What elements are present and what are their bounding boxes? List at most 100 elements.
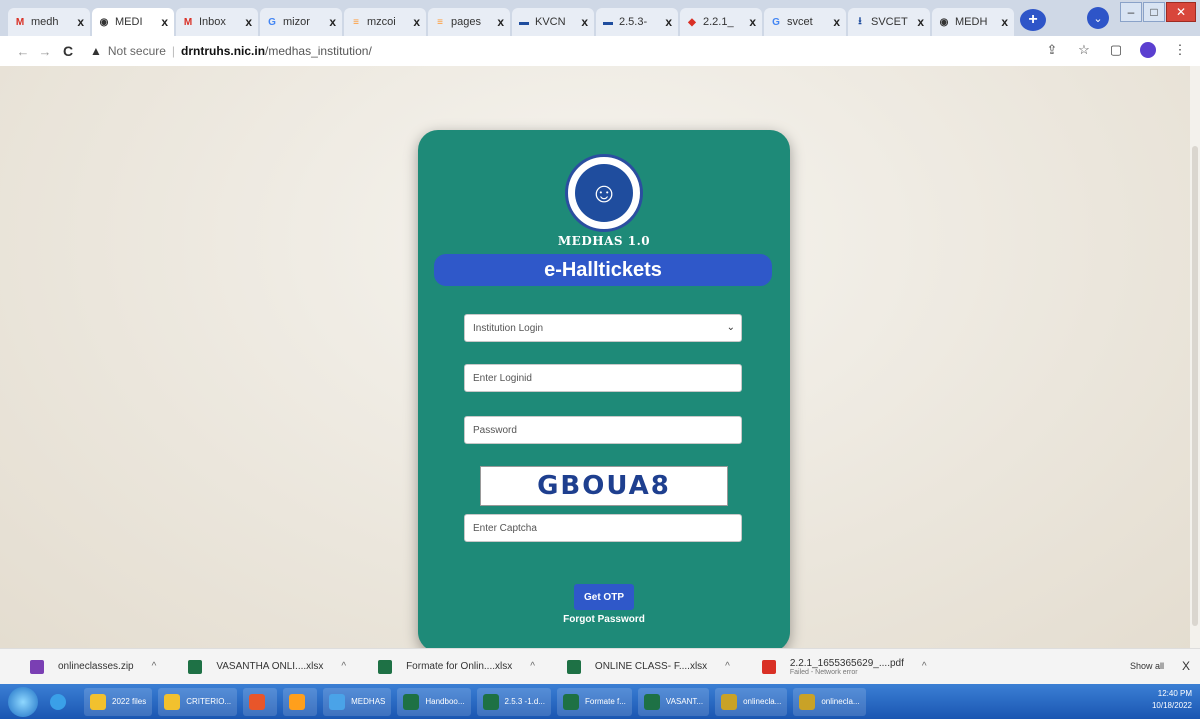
taskbar-item[interactable]: onlinecla... <box>715 687 788 716</box>
menu-icon[interactable]: ⋮ <box>1172 42 1188 58</box>
person-icon: ☺ <box>575 164 633 222</box>
tab-3[interactable]: Gmizor x <box>260 8 342 36</box>
profile-avatar[interactable] <box>1140 42 1156 58</box>
page-title: e-Halltickets <box>434 254 772 286</box>
tab-5[interactable]: ≡ pages x <box>428 8 510 36</box>
tab-close-icon[interactable]: x <box>77 15 84 29</box>
chevron-up-icon[interactable]: ^ <box>530 661 535 672</box>
tab-10[interactable]: ⭳ SVCET x <box>848 8 930 36</box>
taskbar-item[interactable] <box>283 687 318 716</box>
download-item[interactable]: ONLINE CLASS- F....xlsx ^ <box>566 659 730 674</box>
new-tab-button[interactable]: + <box>1020 9 1046 31</box>
sidepanel-icon[interactable]: ▢ <box>1108 42 1124 58</box>
tab-close-icon[interactable]: x <box>329 15 336 29</box>
medhas-logo: ☺ <box>565 154 643 232</box>
warning-icon[interactable]: ▲ <box>90 44 102 58</box>
url-field[interactable]: drntruhs.nic.in/medhas_institution/ <box>181 44 372 58</box>
tab-0[interactable]: Mmedh x <box>8 8 90 36</box>
forward-icon[interactable]: → <box>34 44 56 59</box>
download-item[interactable]: Formate for Onlin....xlsx ^ <box>378 659 535 674</box>
tab-close-icon[interactable]: x <box>1001 15 1008 29</box>
tab-search-button[interactable]: ⌄ <box>1087 7 1109 29</box>
taskbar-label: onlinecla... <box>821 697 860 706</box>
get-otp-button[interactable]: Get OTP <box>574 584 634 610</box>
taskbar-label: 2022 files <box>112 697 147 706</box>
tab-8[interactable]: ◆ 2.2.1_ x <box>680 8 762 36</box>
clock-time: 12:40 PM <box>1157 689 1192 698</box>
taskbar-item[interactable]: 2022 files <box>84 687 153 716</box>
gmail-icon: M <box>15 16 25 28</box>
loginid-input[interactable]: Enter Loginid <box>464 364 742 392</box>
tab-close-icon[interactable]: x <box>665 15 672 29</box>
share-icon[interactable]: ⇪ <box>1044 42 1060 58</box>
taskbar-item[interactable]: 2.5.3 -1.d... <box>476 687 551 716</box>
tab-close-icon[interactable]: x <box>833 15 840 29</box>
maximize-button[interactable]: □ <box>1143 2 1165 22</box>
taskbar-item[interactable]: Handboo... <box>397 687 471 716</box>
start-button[interactable] <box>8 686 38 717</box>
security-status[interactable]: Not secure <box>108 44 166 58</box>
chevron-up-icon[interactable]: ^ <box>341 661 346 672</box>
taskbar-item[interactable]: VASANT... <box>637 687 710 716</box>
taskbar-item[interactable]: onlinecla... <box>793 687 866 716</box>
tab-label: SVCET <box>871 16 908 28</box>
scrollbar-thumb[interactable] <box>1192 146 1198 626</box>
reload-icon[interactable]: C <box>56 43 80 59</box>
taskbar-item[interactable]: Formate f... <box>556 687 632 716</box>
tab-11[interactable]: ◉ MEDH x <box>932 8 1014 36</box>
taskbar-item[interactable]: CRITERIO... <box>158 687 238 716</box>
tab-close-icon[interactable]: x <box>497 15 504 29</box>
tab-4[interactable]: ≡ mzcoi x <box>344 8 426 36</box>
download-item[interactable]: onlineclasses.zip ^ <box>30 659 157 674</box>
taskbar-item-ie[interactable] <box>44 688 78 716</box>
tab-2[interactable]: M Inbox x <box>176 8 258 36</box>
ie-icon <box>50 693 66 710</box>
minimize-button[interactable]: – <box>1120 2 1142 22</box>
download-meta: onlineclasses.zip <box>58 661 134 672</box>
captcha-input[interactable]: Enter Captcha <box>464 514 742 542</box>
star-icon[interactable]: ☆ <box>1076 42 1092 58</box>
chevron-up-icon[interactable]: ^ <box>152 661 157 672</box>
show-all-button[interactable]: Show all <box>1130 661 1164 671</box>
taskbar-item[interactable] <box>243 687 278 716</box>
download-meta: ONLINE CLASS- F....xlsx <box>595 661 707 672</box>
tab-1[interactable]: ◉ MEDI x <box>92 8 174 36</box>
tab-label: pages <box>451 16 481 28</box>
tab-close-icon[interactable]: x <box>413 15 420 29</box>
tab-close-icon[interactable]: x <box>749 15 756 29</box>
toolbar-icons: ⇪ ☆ ▢ ⋮ <box>1044 42 1188 58</box>
tab-6[interactable]: ▬ KVCN x <box>512 8 594 36</box>
india-flag-icon: ≡ <box>353 16 359 28</box>
url-path: /medhas_institution/ <box>265 44 372 58</box>
system-tray[interactable]: 12:40 PM 10/18/2022 <box>1152 688 1192 712</box>
chevron-up-icon[interactable]: ^ <box>725 661 730 672</box>
taskbar-label: 2.5.3 -1.d... <box>504 697 545 706</box>
back-icon[interactable]: ← <box>12 44 34 59</box>
taskbar-item[interactable]: MEDHAS <box>323 687 392 716</box>
india-flag-icon: ≡ <box>437 16 443 28</box>
tab-label: 2.5.3- <box>619 16 648 28</box>
download-item[interactable]: VASANTHA ONLI....xlsx ^ <box>188 659 346 674</box>
close-window-button[interactable]: ✕ <box>1166 2 1196 22</box>
globe-icon: ◉ <box>939 16 949 28</box>
page-scrollbar[interactable] <box>1190 66 1200 648</box>
tab-close-icon[interactable]: x <box>161 15 168 29</box>
password-input[interactable]: Password <box>464 416 742 444</box>
page-content: ☺ MEDHAS 1.0 e-Halltickets Institution L… <box>0 66 1200 652</box>
app-icon <box>249 693 266 710</box>
app-icon <box>403 693 420 710</box>
tab-close-icon[interactable]: x <box>917 15 924 29</box>
tab-7[interactable]: ▬ 2.5.3- x <box>596 8 678 36</box>
chevron-up-icon[interactable]: ^ <box>922 661 927 672</box>
download-item[interactable]: 2.2.1_1655365629_....pdf Failed - Network… <box>761 658 927 676</box>
forgot-password-link[interactable]: Forgot Password <box>418 614 790 625</box>
tab-close-icon[interactable]: x <box>581 15 588 29</box>
login-type-select[interactable]: Institution Login ⌄ <box>464 314 742 342</box>
tab-9[interactable]: Gsvcet x <box>764 8 846 36</box>
close-download-bar-button[interactable]: X <box>1182 659 1190 673</box>
download-icon: ⭳ <box>858 15 862 27</box>
tab-label: mizor <box>283 16 310 28</box>
site-icon: ▬ <box>603 16 613 28</box>
download-meta: VASANTHA ONLI....xlsx <box>216 661 323 672</box>
tab-close-icon[interactable]: x <box>245 15 252 29</box>
